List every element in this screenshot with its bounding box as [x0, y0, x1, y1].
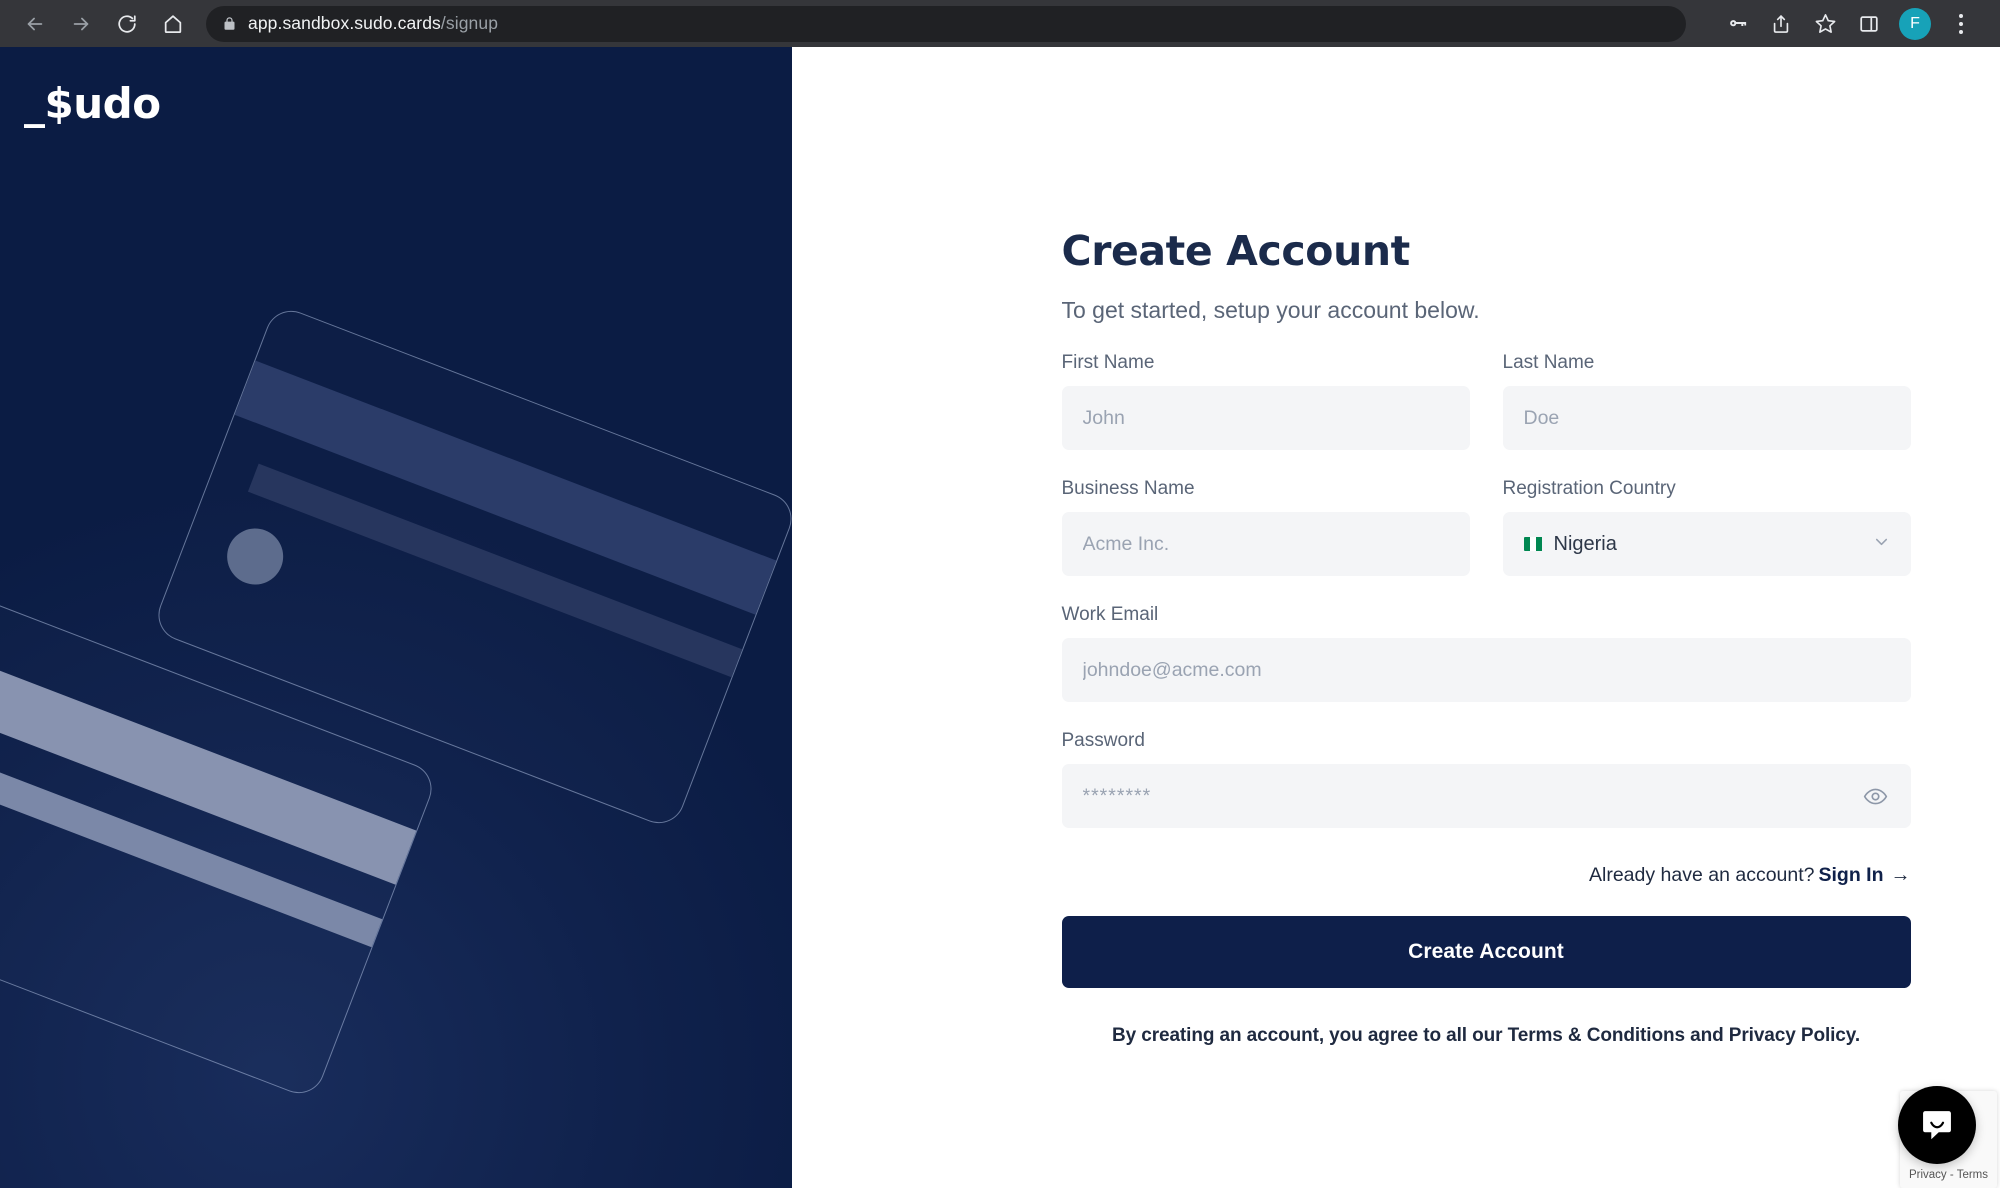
url-path: /signup — [440, 13, 499, 33]
key-icon[interactable] — [1716, 3, 1758, 45]
brand-panel: _$udo — [0, 47, 792, 1188]
form-row-names: First Name Last Name — [1061, 352, 1911, 450]
business-name-label: Business Name — [1061, 478, 1195, 499]
signup-panel: Create Account To get started, setup you… — [792, 47, 2000, 1188]
eye-icon[interactable] — [1859, 779, 1893, 813]
arrow-right-icon: → — [1890, 864, 1911, 886]
registration-country-value: Nigeria — [1553, 532, 1617, 555]
legal-prefix: By creating an account, you agree to all… — [1111, 1025, 1508, 1046]
business-name-field-group: Business Name — [1061, 478, 1470, 576]
chat-launcher-button[interactable] — [1898, 1086, 1976, 1164]
three-dot-menu-icon[interactable] — [1940, 3, 1982, 45]
password-input-wrapper — [1061, 764, 1911, 828]
url-text: app.sandbox.sudo.cards/signup — [248, 13, 498, 34]
sudo-logo: _$udo — [24, 79, 161, 128]
lock-icon — [222, 15, 248, 32]
forward-button[interactable] — [60, 3, 102, 45]
browser-toolbar: app.sandbox.sudo.cards/signup F — [0, 0, 2000, 47]
signup-form: Create Account To get started, setup you… — [1061, 47, 1911, 1188]
page-content: _$udo Create Account To get started, set… — [0, 47, 2000, 1188]
forward-arrow-icon — [73, 17, 89, 30]
signin-prompt-text: Already have an account? — [1589, 864, 1815, 886]
password-label: Password — [1061, 730, 1145, 751]
share-icon[interactable] — [1760, 3, 1802, 45]
business-name-input[interactable] — [1061, 512, 1470, 576]
nigeria-flag-icon — [1523, 537, 1543, 551]
form-row-password: Password — [1061, 730, 1911, 828]
terms-and-conditions-link[interactable]: Terms & Conditions — [1508, 1025, 1685, 1046]
work-email-label: Work Email — [1061, 604, 1159, 625]
recaptcha-privacy-terms[interactable]: Privacy - Terms — [1900, 1169, 1997, 1181]
privacy-policy-link[interactable]: Privacy Policy — [1729, 1025, 1855, 1046]
first-name-label: First Name — [1061, 352, 1155, 373]
form-row-business: Business Name Registration Country Niger… — [1061, 478, 1911, 576]
browser-toolbar-actions: F — [1716, 3, 1986, 45]
back-button[interactable] — [14, 3, 56, 45]
star-icon[interactable] — [1804, 3, 1846, 45]
last-name-field-group: Last Name — [1502, 352, 1911, 450]
signin-prompt-row: Already have an account? Sign In → — [1062, 864, 1911, 887]
last-name-label: Last Name — [1502, 352, 1595, 373]
side-panel-icon[interactable] — [1848, 3, 1890, 45]
profile-avatar[interactable]: F — [1899, 7, 1931, 40]
first-name-input[interactable] — [1061, 386, 1470, 450]
create-account-button[interactable]: Create Account — [1061, 916, 1911, 988]
last-name-input[interactable] — [1502, 386, 1911, 450]
url-host: app.sandbox.sudo.cards — [248, 13, 441, 33]
legal-conjunction: and — [1684, 1025, 1729, 1046]
home-icon — [164, 14, 182, 33]
password-field-group: Password — [1061, 730, 1911, 828]
page-title: Create Account — [1061, 227, 1411, 275]
registration-country-select[interactable]: Nigeria — [1502, 512, 1911, 576]
page-subtitle: To get started, setup your account below… — [1061, 297, 1480, 323]
first-name-field-group: First Name — [1061, 352, 1470, 450]
reload-icon — [118, 14, 136, 33]
registration-country-field-group: Registration Country Nigeria — [1502, 478, 1911, 576]
work-email-input[interactable] — [1061, 638, 1911, 702]
address-bar[interactable]: app.sandbox.sudo.cards/signup — [206, 5, 1686, 42]
password-input[interactable] — [1061, 764, 1911, 828]
legal-text: By creating an account, you agree to all… — [1062, 1025, 1911, 1047]
home-button[interactable] — [152, 3, 194, 45]
form-row-email: Work Email — [1061, 604, 1911, 702]
registration-country-label: Registration Country — [1502, 478, 1676, 499]
browser-nav-buttons — [14, 3, 194, 45]
card-chip-circle — [218, 520, 292, 593]
chat-bubble-icon — [1923, 1111, 1951, 1140]
back-arrow-icon — [27, 17, 43, 30]
chevron-down-icon — [1872, 532, 1891, 556]
sign-in-link[interactable]: Sign In — [1819, 864, 1884, 886]
reload-button[interactable] — [106, 3, 148, 45]
work-email-field-group: Work Email — [1061, 604, 1911, 702]
legal-suffix: . — [1854, 1025, 1861, 1046]
